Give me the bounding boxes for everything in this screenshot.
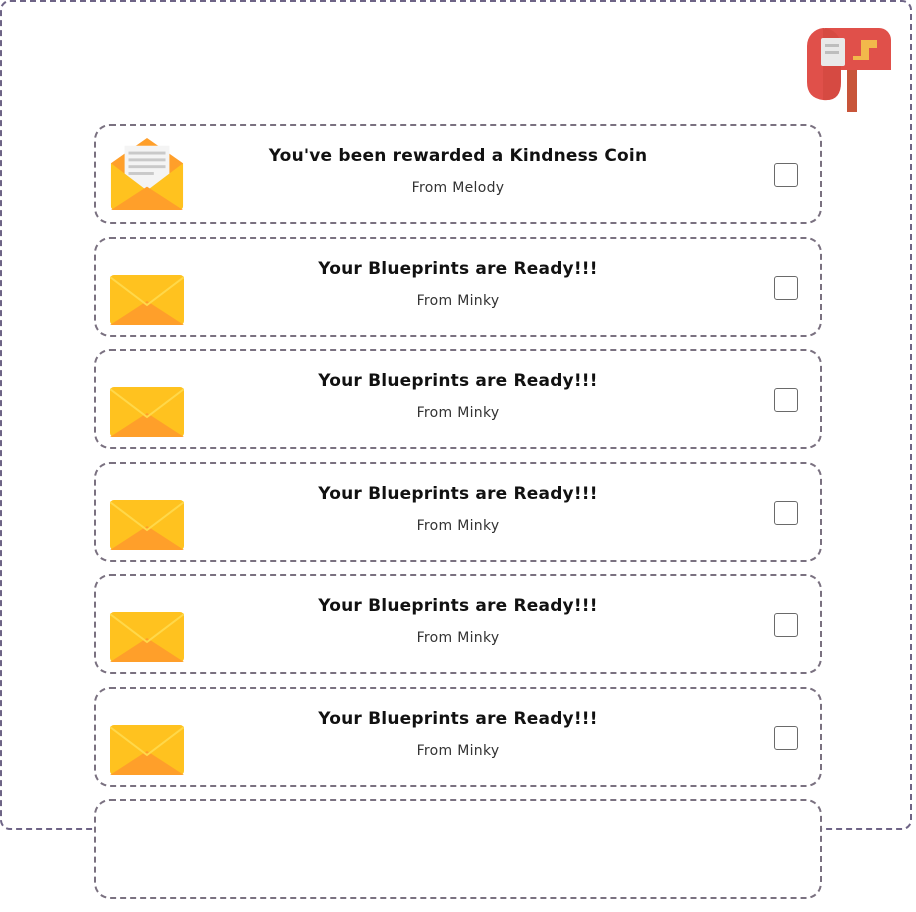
envelope-icon xyxy=(110,274,184,325)
message-title: Your Blueprints are Ready!!! xyxy=(318,596,598,616)
message-checkbox[interactable] xyxy=(774,500,798,525)
message-sender: From Minky xyxy=(416,742,500,759)
message-card[interactable]: Your Blueprints are Ready!!! From Minky xyxy=(94,349,822,449)
message-title: Your Blueprints are Ready!!! xyxy=(318,371,598,391)
message-text: You've been rewarded a Kindness Coin Fro… xyxy=(196,146,720,196)
message-card[interactable] xyxy=(94,799,822,899)
message-checkbox[interactable] xyxy=(774,388,798,412)
message-card[interactable]: You've been rewarded a Kindness Coin Fro… xyxy=(94,124,822,224)
message-title: Your Blueprints are Ready!!! xyxy=(318,258,598,279)
envelope-icon xyxy=(110,499,184,550)
message-card[interactable]: Your Blueprints are Ready!!! From Minky xyxy=(94,686,822,787)
message-text: Your Blueprints are Ready!!! From Minky xyxy=(196,596,720,646)
message-sender: From Minky xyxy=(416,630,500,646)
message-text: Your Blueprints are Ready!!! From Minky xyxy=(196,709,720,759)
mailbox-icon[interactable] xyxy=(805,26,893,114)
message-title: Your Blueprints are Ready!!! xyxy=(318,708,598,729)
message-sender: From Minky xyxy=(416,405,500,421)
message-checkbox[interactable] xyxy=(774,613,798,637)
message-sender: From Melody xyxy=(411,180,505,196)
envelope-icon xyxy=(110,387,184,437)
envelope-icon xyxy=(110,612,184,662)
message-card[interactable]: Your Blueprints are Ready!!! From Minky xyxy=(94,236,822,337)
message-title: Your Blueprints are Ready!!! xyxy=(318,483,598,504)
message-text: Your Blueprints are Ready!!! From Minky xyxy=(196,259,720,309)
message-card[interactable]: Your Blueprints are Ready!!! From Minky xyxy=(94,461,822,562)
message-list: You've been rewarded a Kindness Coin Fro… xyxy=(94,124,822,912)
envelope-icon xyxy=(110,724,184,775)
message-checkbox[interactable] xyxy=(774,725,798,750)
message-text: Your Blueprints are Ready!!! From Minky xyxy=(196,484,720,534)
message-text: Your Blueprints are Ready!!! From Minky xyxy=(196,371,720,421)
message-sender: From Minky xyxy=(416,517,500,534)
message-title: You've been rewarded a Kindness Coin xyxy=(268,146,648,166)
open-envelope-icon xyxy=(110,137,184,210)
message-card[interactable]: Your Blueprints are Ready!!! From Minky xyxy=(94,574,822,674)
message-sender: From Minky xyxy=(416,292,500,309)
message-checkbox[interactable] xyxy=(774,275,798,300)
message-checkbox[interactable] xyxy=(774,163,798,187)
